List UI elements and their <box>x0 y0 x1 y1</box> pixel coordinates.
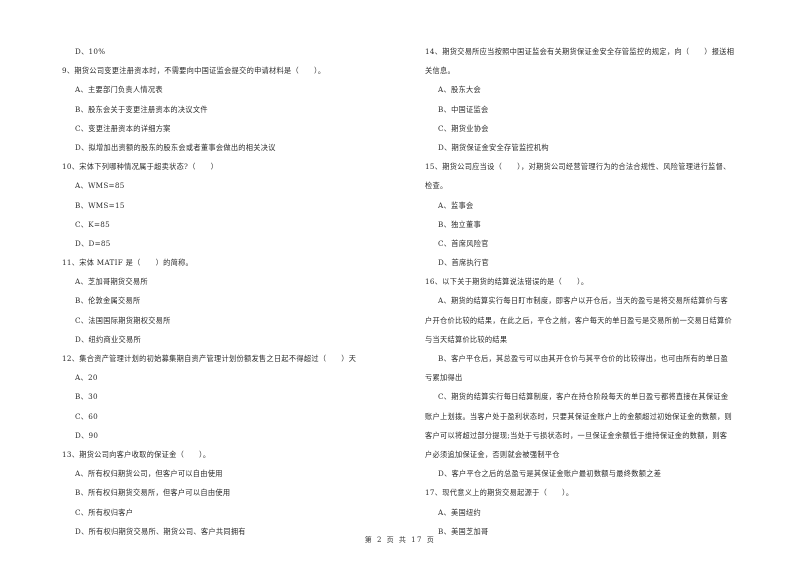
answer-option: B、30 <box>75 392 98 402</box>
answer-option: A、芝加哥期货交易所 <box>75 277 148 287</box>
answer-option: A、股东大会 <box>438 85 481 95</box>
answer-option: B、独立董事 <box>438 219 482 229</box>
answer-option: C、首席风险官 <box>438 238 489 248</box>
answer-option: D、10% <box>75 47 106 56</box>
answer-option: D、D=85 <box>75 238 111 248</box>
answer-option: C、K=85 <box>75 219 111 229</box>
page-footer: 第 2 页 共 17 页 <box>364 536 436 544</box>
answer-option: B、WMS=15 <box>75 200 125 210</box>
question-text: 10、宋体下列哪种情况属于超卖状态?（ ） <box>62 162 219 172</box>
question-text: 户必须追加保证金，否则就会被强制平仓 <box>425 449 560 459</box>
question-text: 账户上划拨。当客户处于盈利状态时，只要其保证金账户上的金额超过初始保证金的数额，… <box>425 411 732 421</box>
answer-option: A、主要部门负责人情况表 <box>75 85 163 95</box>
answer-option: D、期货保证金安全存管监控机构 <box>438 142 549 152</box>
answer-option: D、纽约商业交易所 <box>75 334 141 344</box>
answer-option: D、拟增加出资额的股东的股东会或者董事会做出的相关决议 <box>75 142 276 152</box>
question-text: 16、以下关于期货的结算说法错误的是（ ）。 <box>425 277 589 287</box>
question-text: 与当天结算价比较的结果 <box>425 334 508 344</box>
answer-option: D、首席执行官 <box>438 258 489 268</box>
question-text: 11、宋体 MATIF 是（ ）的简称。 <box>62 258 194 268</box>
question-text: 9、期货公司变更注册资本时，不需要向中国证监会提交的申请材料是（ ）。 <box>62 66 326 76</box>
answer-option: A、期货的结算实行每日盯市制度，即客户以开仓后，当天的盈亏是将交易所结算价与客 <box>438 296 729 306</box>
answer-option: C、期货的结算实行每日结算制度，客户在持仓阶段每天的单日盈亏都将直接在其保证金 <box>438 392 729 402</box>
answer-option: B、伦敦金属交易所 <box>75 296 141 306</box>
answer-option: D、90 <box>75 430 99 440</box>
answer-option: A、美国纽约 <box>438 507 481 517</box>
answer-option: D、客户平仓之后的总盈亏是其保证金账户最初数额与最终数额之差 <box>438 469 662 479</box>
question-text: 亏累加得出 <box>425 373 463 383</box>
answer-option: B、客户平仓后，其总盈亏可以由其开仓价与其平仓价的比较得出，也可由所有的单日盈 <box>438 354 729 363</box>
question-text: 13、期货公司向客户收取的保证金（ ）。 <box>62 449 211 459</box>
answer-option: B、股东会关于变更注册资本的决议文件 <box>75 104 208 114</box>
answer-option: A、所有权归期货公司，但客户可以自由使用 <box>75 469 223 479</box>
answer-option: A、WMS=85 <box>75 181 125 191</box>
right-column: 14、期货交易所应当按照中国证监会有关期货保证金安全存管监控的规定，向（ ）报送… <box>425 42 775 541</box>
answer-option: C、期货业协会 <box>438 123 489 133</box>
answer-option: C、法国国际期货期权交易所 <box>75 315 171 325</box>
answer-option: B、中国证监会 <box>438 104 489 114</box>
answer-option: C、变更注册资本的详细方案 <box>75 123 171 133</box>
answer-option: A、20 <box>75 373 98 383</box>
answer-option: A、监事会 <box>438 200 474 210</box>
question-text: 客户可以将超过部分提现;当处于亏损状态时，一旦保证金余额低于维持保证金的数额，则… <box>425 430 728 440</box>
left-column: D、10% 9、期货公司变更注册资本时，不需要向中国证监会提交的申请材料是（ ）。… <box>62 42 407 541</box>
question-text: 15、期货公司应当设（ ），对期货公司经营管理行为的合法合规性、风险管理进行监督… <box>425 162 731 172</box>
question-text: 关信息。 <box>425 66 455 76</box>
answer-option: C、60 <box>75 411 99 421</box>
answer-option: B、所有权归期货交易所，但客户可以自由使用 <box>75 488 231 498</box>
question-text: 14、期货交易所应当按照中国证监会有关期货保证金安全存管监控的规定，向（ ）报送… <box>425 47 735 56</box>
question-text: 12、集合资产管理计划的初始募集期自资产管理计划份额发售之日起不得超过（ ）天 <box>62 354 357 363</box>
question-text: 检查。 <box>425 181 448 191</box>
question-text: 户开仓价比较的结果，在此之后，平仓之前，客户每天的单日盈亏是交易所前一交易日结算… <box>425 315 732 325</box>
question-text: 17、现代意义上的期货交易起源于（ ）。 <box>425 488 574 498</box>
answer-option: C、所有权归客户 <box>75 507 134 517</box>
